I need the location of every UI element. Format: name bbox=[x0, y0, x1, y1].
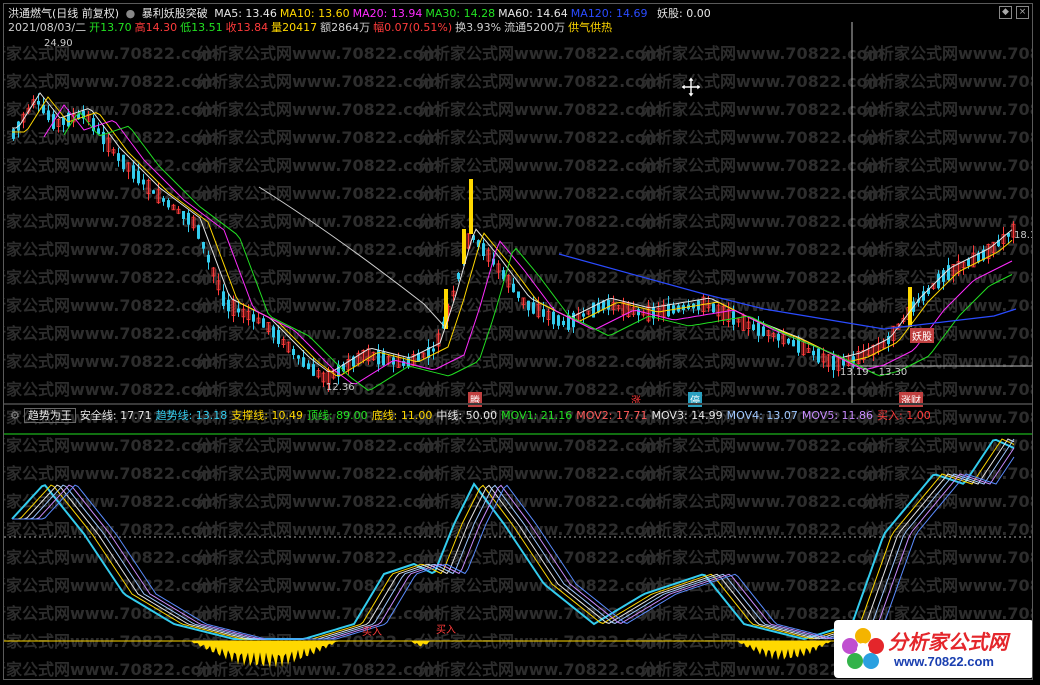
candle-body bbox=[312, 364, 315, 376]
indicator-item-0[interactable]: 趋势为王 bbox=[23, 408, 76, 423]
candle-body bbox=[187, 212, 190, 225]
candle-body bbox=[297, 355, 300, 359]
candle-body bbox=[812, 350, 815, 356]
candle-body bbox=[122, 154, 125, 170]
candle-body bbox=[947, 265, 950, 280]
current-price-label: 18.1 bbox=[1014, 230, 1032, 241]
candle-body bbox=[307, 363, 310, 370]
candle-body bbox=[532, 302, 535, 314]
signal-bar bbox=[469, 179, 473, 234]
candle-body bbox=[512, 283, 515, 293]
high-price-label: 24.90 bbox=[44, 38, 73, 49]
signal-bar bbox=[462, 229, 466, 264]
candle-body bbox=[117, 153, 120, 161]
ma-line bbox=[43, 104, 1013, 385]
indicator-item-8: MOV2: 17.71 bbox=[576, 409, 648, 422]
candle-body bbox=[162, 198, 165, 202]
indicator-item-9: MOV3: 14.99 bbox=[651, 409, 723, 422]
indicator-item-6: 中线: 50.00 bbox=[436, 409, 498, 422]
candle-body bbox=[277, 330, 280, 344]
candle-body bbox=[562, 320, 565, 326]
candle-body bbox=[202, 242, 205, 249]
candle-body bbox=[517, 291, 520, 298]
oscillator-line bbox=[12, 447, 1015, 640]
candle-body bbox=[752, 324, 755, 330]
candle-body bbox=[757, 322, 760, 336]
candle-body bbox=[542, 309, 545, 317]
indicator-settings-icon[interactable]: ⚙ bbox=[10, 409, 20, 422]
candle-body bbox=[62, 117, 65, 125]
flower-logo-icon bbox=[842, 628, 884, 669]
candle-body bbox=[197, 225, 200, 239]
candle-body bbox=[137, 170, 140, 184]
candle-body bbox=[47, 110, 50, 121]
price-chart[interactable] bbox=[4, 4, 1032, 404]
candle-body bbox=[12, 129, 15, 139]
indicator-item-10: MOV4: 13.07 bbox=[726, 409, 798, 422]
candle-body bbox=[132, 165, 135, 179]
candle-body bbox=[482, 243, 485, 257]
candle-body bbox=[607, 299, 610, 310]
signal-bar bbox=[444, 289, 448, 329]
candle-body bbox=[527, 300, 530, 311]
site-logo: 分析家公式网 www.70822.com bbox=[834, 620, 1032, 678]
move-cursor-icon bbox=[680, 76, 702, 98]
candle-body bbox=[207, 254, 210, 263]
candle-body bbox=[227, 299, 230, 312]
candle-body bbox=[787, 338, 790, 344]
buy-tag-2: 买入 bbox=[436, 625, 456, 636]
candle-body bbox=[852, 356, 855, 363]
candle-body bbox=[967, 258, 970, 267]
indicator-bar: ⚙ 趋势为王 安全线: 17.71 趋势线: 13.18 支撑线: 10.49 顶线: 8… bbox=[4, 407, 1032, 424]
candle-body bbox=[182, 211, 185, 219]
indicator-item-4: 顶线: 89.00 bbox=[306, 409, 368, 422]
yaogu-tag: 妖股 bbox=[910, 328, 934, 343]
indicator-item-5: 底线: 11.00 bbox=[371, 409, 433, 422]
indicator-item-1: 安全线: 17.71 bbox=[79, 409, 152, 422]
candle-body bbox=[252, 314, 255, 322]
candle-body bbox=[777, 333, 780, 341]
ma-line bbox=[12, 92, 1013, 373]
candle-body bbox=[762, 326, 765, 336]
candle-body bbox=[552, 311, 555, 325]
candle-body bbox=[37, 100, 40, 105]
candle-body bbox=[817, 348, 820, 363]
candle-body bbox=[167, 200, 170, 208]
histogram-block bbox=[736, 641, 832, 661]
candle-body bbox=[832, 355, 835, 371]
candle-body bbox=[272, 326, 275, 338]
indicator-item-11: MOV5: 11.86 bbox=[801, 409, 874, 422]
candle-body bbox=[237, 308, 240, 313]
low-price-label: 12.36 bbox=[326, 382, 355, 393]
candle-body bbox=[712, 303, 715, 313]
ma-line bbox=[12, 96, 1013, 377]
signal-bar bbox=[908, 287, 912, 327]
indicator-item-12: 买入: 1.00 bbox=[877, 409, 931, 422]
buy-tag-1: 买入 bbox=[362, 627, 382, 638]
range-label: 13.19 - 13.30 bbox=[840, 367, 908, 378]
histogram-block bbox=[411, 641, 431, 647]
candle-body bbox=[302, 357, 305, 367]
candle-body bbox=[262, 318, 265, 328]
logo-name: 分析家公式网 bbox=[888, 630, 1008, 654]
candle-body bbox=[792, 340, 795, 347]
histogram-block bbox=[190, 641, 339, 668]
panel-divider bbox=[4, 403, 1032, 405]
candle-body bbox=[222, 291, 225, 306]
candle-body bbox=[582, 313, 585, 317]
candle-body bbox=[637, 309, 640, 316]
candle-body bbox=[457, 273, 460, 279]
candle-body bbox=[557, 315, 560, 326]
indicator-item-2: 趋势线: 13.18 bbox=[155, 409, 228, 422]
chart-window: 分析家公式网www.70822.com分析家公式网www.70822.com分析… bbox=[3, 3, 1033, 680]
candle-body bbox=[152, 190, 155, 194]
ma60-line bbox=[258, 186, 445, 327]
candle-body bbox=[292, 348, 295, 356]
logo-url: www.70822.com bbox=[894, 654, 994, 669]
candle-body bbox=[142, 179, 145, 185]
indicator-item-7: MOV1: 21.16 bbox=[501, 409, 573, 422]
indicator-item-3: 支撑线: 10.49 bbox=[231, 409, 303, 422]
candle-body bbox=[432, 348, 435, 352]
